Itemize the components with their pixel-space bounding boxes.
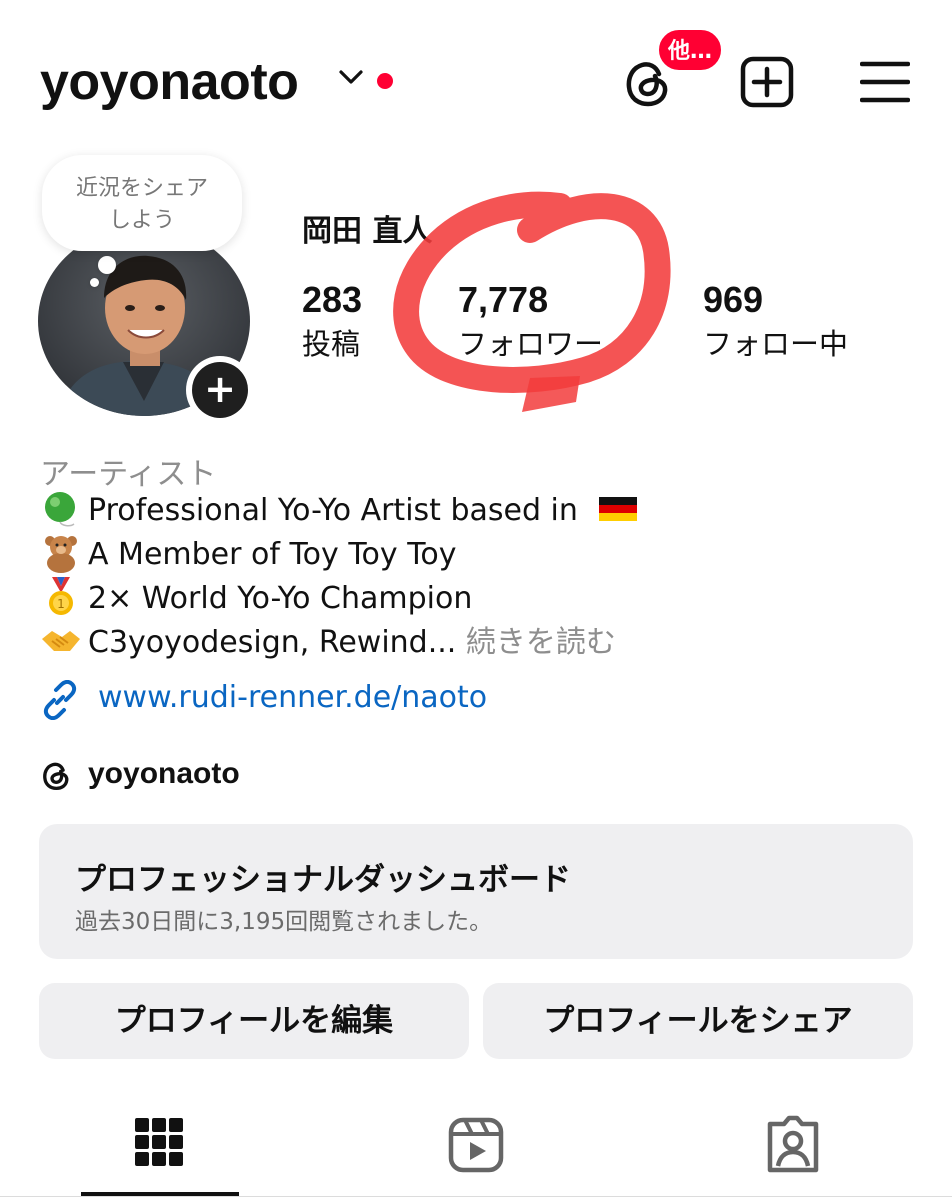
germany-flag-emoji — [599, 496, 638, 521]
full-name: 岡田 直人 — [302, 214, 433, 249]
grid-icon[interactable] — [124, 1110, 194, 1180]
stat-label: フォロワー — [458, 327, 604, 361]
bio-line: A Member of Toy Toy Toy — [40, 533, 457, 577]
link-icon — [43, 680, 77, 720]
bio-line: C3yoyodesign, Rewind... 続きを読む — [40, 621, 616, 665]
chevron-down-icon[interactable] — [336, 64, 366, 90]
notification-dot — [377, 73, 393, 89]
username-title[interactable]: yoyonaoto — [40, 56, 299, 108]
tagged-icon[interactable] — [758, 1110, 828, 1180]
stat-posts[interactable]: 283 投稿 — [302, 282, 362, 359]
stat-followers[interactable]: 7,778 フォロワー — [458, 282, 603, 359]
bio-line: Professional Yo-Yo Artist based in — [40, 489, 645, 533]
note-bubble-text: しよう — [108, 208, 175, 233]
edit-profile-button[interactable]: プロフィールを編集 — [39, 983, 469, 1059]
stat-label: フォロー中 — [703, 327, 849, 361]
stat-value: 283 — [302, 279, 363, 320]
stat-following[interactable]: 969 フォロー中 — [703, 282, 848, 359]
stat-label: 投稿 — [302, 327, 361, 361]
menu-icon[interactable] — [860, 60, 910, 104]
threads-handle[interactable]: yoyonaoto — [88, 752, 240, 796]
dashboard-title: プロフェッショナルダッシュボード — [75, 862, 571, 898]
stat-value: 7,778 — [458, 279, 549, 320]
svg-text:1: 1 — [57, 597, 65, 611]
stat-value: 969 — [703, 279, 764, 320]
gold-medal-emoji: 1 — [49, 576, 73, 615]
website-url[interactable]: www.rudi-renner.de/naoto — [98, 676, 487, 720]
reels-icon[interactable] — [441, 1110, 511, 1180]
bio-text: A Member of Toy Toy Toy — [88, 537, 457, 572]
teddy-bear-emoji — [45, 535, 77, 573]
note-bubble-dot — [90, 278, 99, 287]
divider — [0, 1196, 952, 1197]
read-more-link[interactable]: 続きを読む — [466, 625, 616, 660]
profile-category: アーティスト — [40, 457, 217, 492]
green-yoyo-emoji — [45, 491, 75, 526]
dashboard-subtitle: 過去30日間に3,195回閲覧されました。 — [75, 909, 493, 935]
bio-text: Professional Yo-Yo Artist based in — [88, 493, 578, 528]
professional-dashboard-card[interactable]: プロフェッショナルダッシュボード 過去30日間に3,195回閲覧されました。 — [39, 824, 913, 959]
bio-line: 1 2× World Yo-Yo Champion — [40, 576, 473, 621]
threads-icon — [43, 762, 69, 791]
plus-icon: + — [192, 362, 248, 418]
note-bubble-dot — [98, 256, 116, 274]
bio-text: C3yoyodesign, Rewind... — [88, 625, 457, 660]
handshake-emoji — [42, 630, 80, 651]
bio-text: 2× World Yo-Yo Champion — [88, 581, 473, 616]
note-bubble-text: 近況をシェア — [75, 176, 208, 201]
threads-badge: 他… — [657, 28, 723, 72]
create-post-icon[interactable] — [740, 56, 794, 108]
share-profile-button[interactable]: プロフィールをシェア — [483, 983, 913, 1059]
add-story-button[interactable]: + — [186, 356, 254, 424]
note-bubble[interactable]: 近況をシェア しよう — [42, 155, 242, 251]
